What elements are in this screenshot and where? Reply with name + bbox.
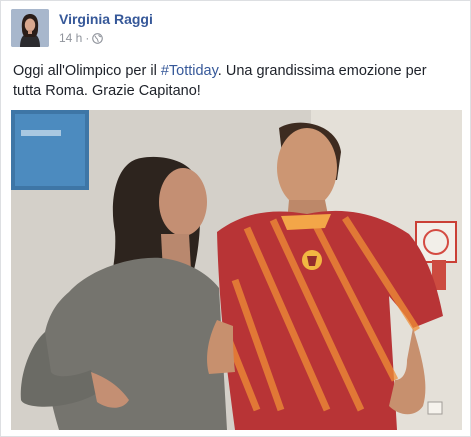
globe-icon[interactable] xyxy=(92,32,104,44)
post-message: Oggi all'Olimpico per il #Tottiday. Una … xyxy=(13,61,458,101)
post-meta: 14 h · xyxy=(59,31,104,45)
post-photo[interactable] xyxy=(11,110,462,430)
post-timestamp[interactable]: 14 h xyxy=(59,31,82,45)
photo-illustration xyxy=(11,110,462,430)
meta-separator: · xyxy=(85,31,90,45)
hashtag-link[interactable]: #Tottiday xyxy=(161,63,218,79)
avatar-image xyxy=(11,9,49,47)
author-name[interactable]: Virginia Raggi xyxy=(59,11,153,27)
author-avatar[interactable] xyxy=(11,9,49,47)
post-card: Virginia Raggi 14 h · Oggi all'Olimpico … xyxy=(0,0,471,437)
message-text-before: Oggi all'Olimpico per il xyxy=(13,63,161,79)
